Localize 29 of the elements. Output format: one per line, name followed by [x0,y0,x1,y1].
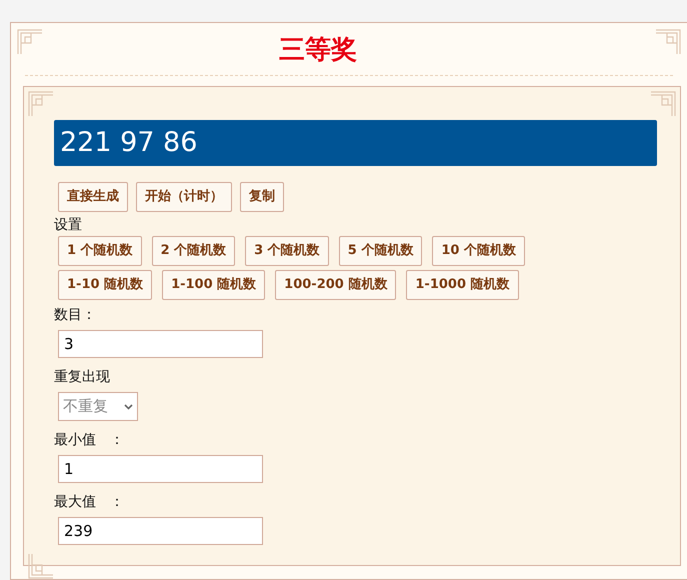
corner-ornament-icon [650,91,676,117]
action-button[interactable]: 复制 [240,182,284,212]
preset-button[interactable]: 1-100 随机数 [162,270,266,300]
chevron-down-icon [124,404,133,410]
input-field[interactable]: 3 [58,330,263,358]
preset-button[interactable]: 100-200 随机数 [275,270,396,300]
result-display: 221 97 86 [54,120,657,166]
corner-ornament-icon [28,91,54,117]
action-button[interactable]: 开始（计时） [136,182,232,212]
corner-ornament-icon [17,29,43,55]
field-label: 最大值 ： [54,493,125,511]
preset-button[interactable]: 5 个随机数 [338,236,422,266]
preset-button[interactable]: 1-1000 随机数 [406,270,519,300]
input-field[interactable]: 1 [58,455,263,483]
field-label: 数目： [54,306,97,324]
field-label: 重复出现 [54,368,111,386]
preset-button[interactable]: 3 个随机数 [245,236,329,266]
preset-button[interactable]: 1-10 随机数 [58,270,152,300]
corner-ornament-icon [655,29,681,55]
preset-button[interactable]: 2 个随机数 [152,236,236,266]
field-label: 最小值 ： [54,431,125,449]
input-field[interactable]: 239 [58,517,263,545]
corner-ornament-icon [28,553,54,579]
preset-button[interactable]: 1 个随机数 [58,236,142,266]
preset-button[interactable]: 10 个随机数 [432,236,525,266]
action-button[interactable]: 直接生成 [58,182,128,212]
prize-title: 三等奖 [279,34,357,67]
settings-label: 设置 [54,216,83,234]
dropdown[interactable]: 不重复 [58,392,138,421]
